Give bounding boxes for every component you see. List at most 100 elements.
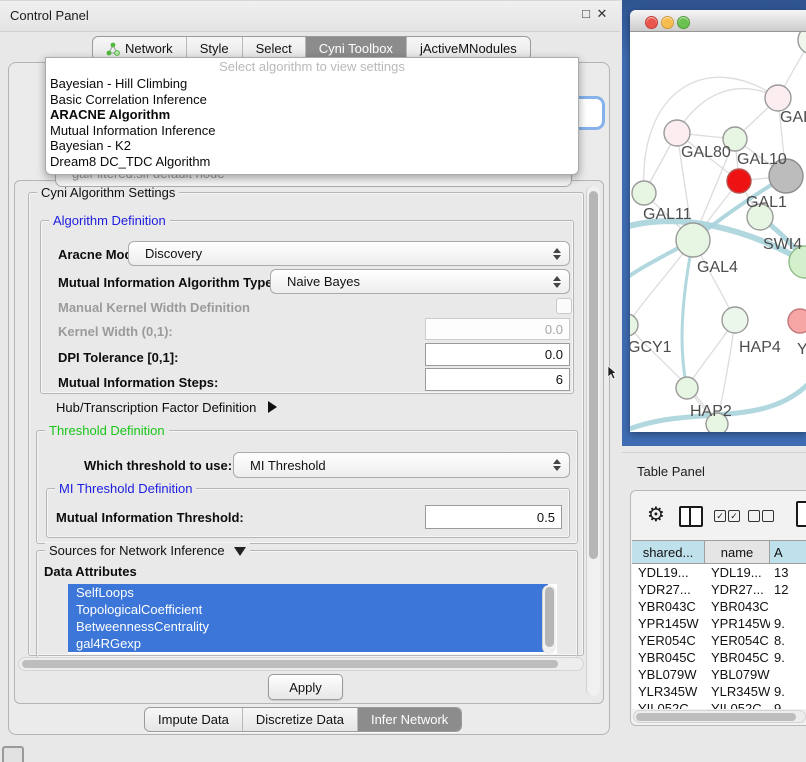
tab-label: Cyni Toolbox: [319, 41, 393, 56]
mi-algorithm-type-select[interactable]: Naive Bayes: [270, 269, 570, 294]
network-node[interactable]: [788, 309, 806, 333]
mi-steps-input[interactable]: 6: [425, 368, 570, 391]
apply-button[interactable]: Apply: [268, 674, 343, 700]
network-icon: [106, 42, 120, 56]
network-node[interactable]: [630, 314, 638, 336]
table-hscrollbar-thumb[interactable]: [636, 713, 796, 721]
deselect-all-icon[interactable]: [748, 510, 760, 522]
kernel-width-label: Kernel Width (0,1):: [58, 324, 173, 339]
which-threshold-select[interactable]: MI Threshold: [233, 452, 570, 478]
zoom-light-icon[interactable]: [677, 16, 690, 29]
mi-threshold-input[interactable]: 0.5: [425, 505, 562, 529]
network-node[interactable]: [798, 32, 806, 54]
table-row[interactable]: YER054CYER054C8.: [632, 632, 806, 649]
dropdown-item-mutual-information-inference[interactable]: Mutual Information Inference: [46, 123, 578, 139]
minimized-panel-icon[interactable]: [2, 746, 24, 762]
dropdown-item-bayesian-hill-climbing[interactable]: Bayesian - Hill Climbing: [46, 76, 578, 92]
table-cell: YIL052C: [632, 700, 705, 709]
network-node[interactable]: [632, 181, 656, 205]
table-row[interactable]: YBR045CYBR045C9.: [632, 649, 806, 666]
network-node[interactable]: [727, 169, 751, 193]
dropdown-item-aracne-algorithm[interactable]: ARACNE Algorithm: [46, 107, 578, 123]
dropdown-item-basic-correlation-inference[interactable]: Basic Correlation Inference: [46, 92, 578, 108]
minimize-light-icon[interactable]: [661, 16, 674, 29]
collapsed-arrow-icon[interactable]: [268, 401, 277, 413]
table-header-row: shared...nameA: [632, 541, 806, 564]
network-view-window[interactable]: GALGAL80GAL10GAL1GAL11SWI4GAL4GCY1HAP4YH…: [630, 10, 806, 432]
table-row[interactable]: YDR27...YDR27...12: [632, 581, 806, 598]
tab-label: Network: [125, 41, 173, 56]
control-panel-titlebar: [0, 0, 620, 32]
table-hscrollbar[interactable]: [633, 710, 806, 723]
data-attributes-label: Data Attributes: [44, 564, 137, 579]
network-node[interactable]: [676, 377, 698, 399]
node-label-hap4: HAP4: [739, 339, 781, 356]
table-cell: [770, 598, 806, 615]
aracne-mode-select[interactable]: Discovery: [128, 241, 570, 266]
attribute-item-selfloops[interactable]: SelfLoops: [68, 584, 548, 601]
column-header-name[interactable]: name: [705, 541, 770, 563]
tab-label: Style: [200, 41, 229, 56]
network-node[interactable]: [676, 223, 710, 257]
attribute-item-gal4rgexp[interactable]: gal4RGexp: [68, 635, 548, 652]
split-columns-icon[interactable]: [679, 506, 703, 527]
table-cell: YER054C: [632, 632, 705, 649]
panel-divider: [622, 452, 806, 454]
bottom-tab-bar: Impute DataDiscretize Data Infer Network: [144, 707, 462, 732]
table-row[interactable]: YBR043CYBR043C: [632, 598, 806, 615]
table-row[interactable]: YDL19...YDL19...13: [632, 564, 806, 581]
close-window-icon[interactable]: ✕: [595, 7, 609, 21]
settings-scrollbar-thumb[interactable]: [589, 191, 598, 559]
table-row[interactable]: YBL079WYBL079W: [632, 666, 806, 683]
network-node[interactable]: [722, 307, 748, 333]
node-table: shared...nameA YDL19...YDL19...13YDR27..…: [632, 540, 806, 709]
attributes-scrollbar[interactable]: [542, 585, 556, 654]
node-label-gal11: GAL11: [643, 206, 692, 223]
bottom-tab-discretize-data[interactable]: Discretize Data: [243, 708, 358, 731]
settings-scrollbar[interactable]: [586, 186, 600, 696]
table-cell: YBR045C: [632, 649, 705, 666]
attribute-item-topologicalcoefficient[interactable]: TopologicalCoefficient: [68, 601, 548, 618]
control-panel-title: Control Panel: [10, 8, 89, 23]
node-label-gal: GAL: [780, 109, 806, 126]
document-icon[interactable]: [796, 501, 806, 527]
select-all-icon[interactable]: ✓: [728, 510, 740, 522]
which-threshold-value: MI Threshold: [250, 458, 326, 473]
close-light-icon[interactable]: [645, 16, 658, 29]
expanded-arrow-icon[interactable]: [234, 547, 246, 556]
table-cell: YBR045C: [705, 649, 770, 666]
manual-kernel-width-checkbox[interactable]: [556, 298, 572, 314]
which-threshold-label: Which threshold to use:: [84, 458, 232, 473]
table-panel-title: Table Panel: [637, 464, 705, 479]
bottom-tab-label: Infer Network: [371, 712, 448, 727]
settings-hscrollbar[interactable]: [18, 657, 584, 671]
attributes-scrollbar-thumb[interactable]: [545, 587, 554, 647]
settings-hscrollbar-thumb[interactable]: [22, 660, 558, 668]
table-cell: YBR043C: [705, 598, 770, 615]
gear-icon[interactable]: ⚙: [647, 505, 665, 525]
attribute-item-betweennesscentrality[interactable]: BetweennessCentrality: [68, 618, 548, 635]
node-label-hap2: HAP2: [690, 403, 732, 420]
table-row[interactable]: YLR345WYLR345W9.: [632, 683, 806, 700]
hub-definition-label: Hub/Transcription Factor Definition: [56, 400, 256, 415]
network-canvas[interactable]: GALGAL80GAL10GAL1GAL11SWI4GAL4GCY1HAP4YH…: [630, 32, 806, 432]
table-row[interactable]: YPR145WYPR145W9.: [632, 615, 806, 632]
column-header-shared[interactable]: shared...: [632, 541, 705, 563]
dropdown-item-dream8-dc-tdc-algorithm[interactable]: Dream8 DC_TDC Algorithm: [46, 154, 578, 170]
float-window-icon[interactable]: □: [579, 7, 593, 21]
dropdown-item-bayesian-k2[interactable]: Bayesian - K2: [46, 138, 578, 154]
bottom-tab-impute-data[interactable]: Impute Data: [145, 708, 243, 731]
dpi-tolerance-input[interactable]: 0.0: [425, 343, 570, 366]
network-node[interactable]: [765, 85, 791, 111]
table-cell: YDR27...: [705, 581, 770, 598]
deselect-all-icon[interactable]: [762, 510, 774, 522]
table-row[interactable]: YIL052CYIL052C9: [632, 700, 806, 709]
select-all-icon[interactable]: ✓: [714, 510, 726, 522]
hub-definition-toggle[interactable]: Hub/Transcription Factor Definition: [56, 400, 277, 415]
kernel-width-input[interactable]: 0.0: [425, 318, 570, 340]
bottom-tab-infer-network[interactable]: Infer Network: [358, 708, 461, 731]
table-cell: YLR345W: [705, 683, 770, 700]
network-node[interactable]: [664, 120, 690, 146]
data-attributes-list[interactable]: SelfLoopsTopologicalCoefficientBetweenne…: [68, 584, 557, 654]
column-header-a[interactable]: A: [770, 541, 806, 563]
